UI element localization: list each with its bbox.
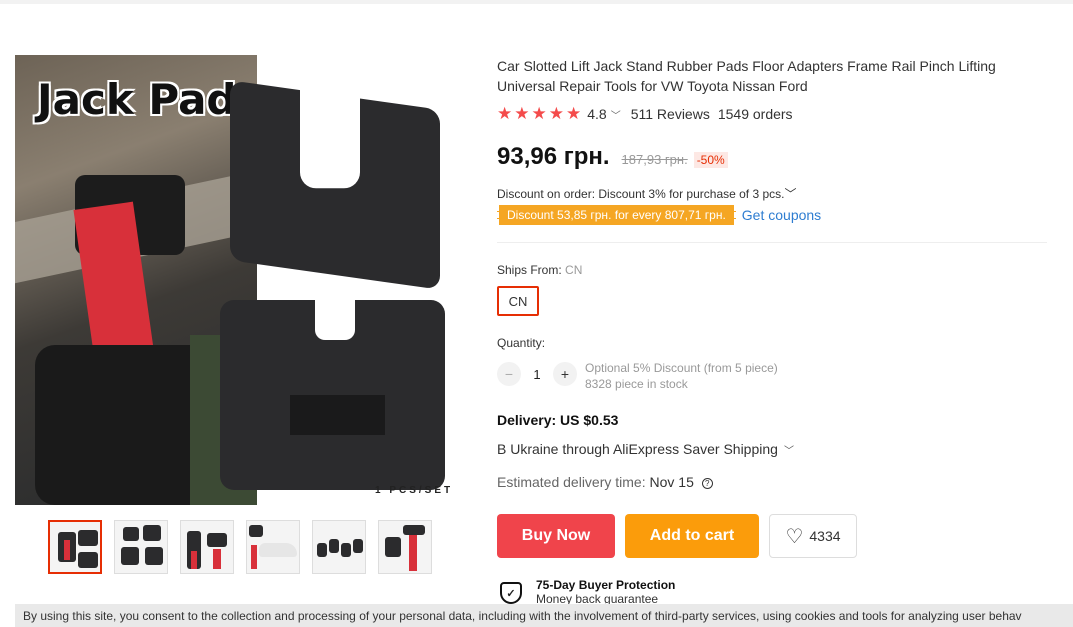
ships-from-text: Ships From: [497, 263, 562, 277]
ships-from-value: CN [565, 263, 583, 277]
divider [497, 242, 1047, 243]
original-price: 187,93 грн. [621, 152, 688, 167]
main-product-image[interactable]: Jack Pad 1 PCS/SET [15, 55, 456, 505]
shipping-method[interactable]: B Ukraine through AliExpress Saver Shipp… [497, 441, 794, 457]
decrease-button[interactable]: − [497, 362, 521, 386]
wishlist-count: 4334 [809, 528, 841, 544]
reviews-link[interactable]: 511 Reviews [631, 106, 710, 122]
estimated-label: Estimated delivery time: [497, 474, 646, 490]
orders-count: 1549 orders [717, 106, 793, 122]
thumbnail-2[interactable] [114, 520, 168, 574]
rubber-pad-top [230, 80, 440, 290]
thumbnail-3[interactable] [180, 520, 234, 574]
order-discount[interactable]: Discount on order: Discount 3% for purch… [497, 185, 797, 202]
quantity-stepper: − 1 + [497, 362, 577, 386]
chevron-down-icon: ﹀ [784, 187, 797, 201]
price-row: 93,96 грн. 187,93 грн. -50% [497, 143, 728, 171]
star-icon: ★ [566, 104, 582, 123]
optional-discount-text: Optional 5% Discount (from 5 piece) [585, 361, 778, 375]
chevron-down-icon: ﹀ [783, 446, 794, 457]
estimated-delivery: Estimated delivery time: Nov 15 ? [497, 474, 713, 490]
shield-check-icon: ✓ [500, 582, 522, 604]
protection-title: 75-Day Buyer Protection [536, 578, 676, 592]
rating-score[interactable]: 4.8 [587, 106, 606, 122]
current-price: 93,96 грн. [497, 143, 610, 170]
get-coupons-link[interactable]: Get coupons [742, 207, 821, 223]
buy-now-button[interactable]: Buy Now [497, 514, 615, 558]
rubber-pad-bottom [220, 300, 445, 490]
rating-row: ★ ★ ★ ★ ★ 4.8 ﹀ 511 Reviews 1549 orders [497, 104, 793, 124]
wishlist-button[interactable]: ♡ 4334 [769, 514, 857, 558]
star-icon: ★ [514, 104, 530, 123]
thumbnail-4[interactable] [246, 520, 300, 574]
quantity-input[interactable]: 1 [521, 367, 553, 382]
stock-text: 8328 piece in stock [585, 377, 688, 391]
estimated-date: Nov 15 [649, 474, 694, 490]
discount-badge: -50% [693, 152, 728, 168]
thumbnail-strip [48, 520, 432, 574]
top-border [0, 0, 1073, 4]
cookie-notice: By using this site, you consent to the c… [15, 604, 1073, 627]
shipping-method-text: B Ukraine through AliExpress Saver Shipp… [497, 441, 778, 457]
increase-button[interactable]: + [553, 362, 577, 386]
product-title: Car Slotted Lift Jack Stand Rubber Pads … [497, 58, 996, 94]
chevron-down-icon[interactable]: ﹀ [611, 107, 621, 122]
heart-icon: ♡ [785, 525, 804, 548]
thumbnail-5[interactable] [312, 520, 366, 574]
quantity-note: Optional 5% Discount (from 5 piece) 8328… [585, 360, 778, 392]
star-icon: ★ [548, 104, 564, 123]
buyer-protection: ✓ 75-Day Buyer Protection Money back gua… [500, 578, 675, 606]
ships-from-option-cn[interactable]: CN [497, 286, 539, 316]
image-caption: Jack Pad [37, 75, 237, 124]
ships-from-label: Ships From: CN [497, 263, 582, 277]
thumbnail-1[interactable] [48, 520, 102, 574]
quantity-label: Quantity: [497, 336, 546, 350]
star-icon: ★ [497, 104, 513, 123]
thumbnail-6[interactable] [378, 520, 432, 574]
order-discount-text: Discount on order: Discount 3% for purch… [497, 187, 785, 201]
delivery-cost: Delivery: US $0.53 [497, 412, 619, 428]
pcs-label: 1 PCS/SET [375, 485, 454, 496]
coupon-badge: Discount 53,85 грн. for every 807,71 грн… [497, 205, 736, 225]
star-icon: ★ [531, 104, 547, 123]
add-to-cart-button[interactable]: Add to cart [625, 514, 759, 558]
coupon-row: Discount 53,85 грн. for every 807,71 грн… [497, 205, 821, 225]
help-icon[interactable]: ? [701, 477, 713, 489]
